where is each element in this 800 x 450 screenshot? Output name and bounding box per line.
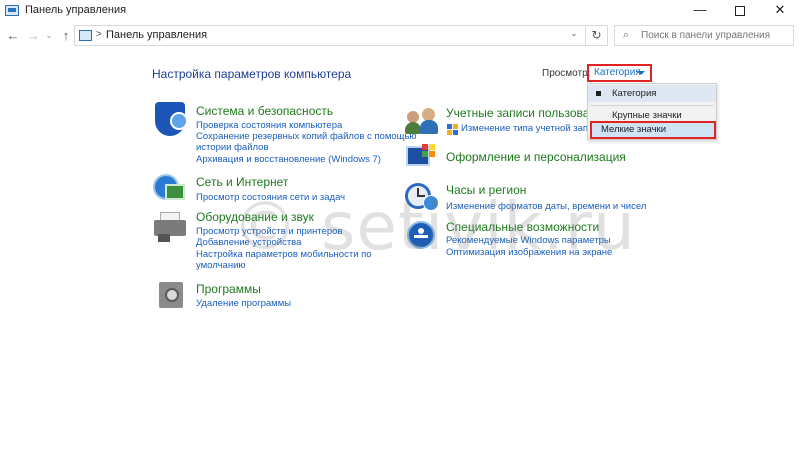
link-file-history-backup[interactable]: Сохранение резервных копий файлов с помо… — [196, 131, 417, 142]
printer-icon[interactable] — [154, 212, 186, 242]
search-icon: ⌕ — [623, 29, 630, 41]
link-file-history-backup-cont[interactable]: истории файлов — [196, 142, 269, 153]
appearance-icon[interactable] — [406, 142, 440, 172]
address-dropdown-button[interactable]: ⌄ — [567, 29, 581, 38]
link-network-status-tasks[interactable]: Просмотр состояния сети и задач — [196, 192, 345, 203]
link-recommended-settings[interactable]: Рекомендуемые Windows параметры — [446, 235, 611, 246]
close-button[interactable]: ✕ — [760, 0, 800, 22]
menu-divider — [590, 105, 714, 106]
link-devices-printers[interactable]: Просмотр устройств и принтеров — [196, 226, 343, 237]
view-by-dropdown-menu: Категория Крупные значки Мелкие значки — [587, 83, 717, 140]
breadcrumb-control-panel[interactable]: Панель управления — [106, 29, 207, 41]
accessibility-icon[interactable] — [407, 221, 437, 251]
link-backup-restore-win7[interactable]: Архивация и восстановление (Windows 7) — [196, 154, 381, 165]
category-network-internet[interactable]: Сеть и Интернет — [196, 175, 288, 189]
maximize-icon — [735, 5, 745, 16]
category-ease-of-access[interactable]: Специальные возможности — [446, 220, 599, 234]
link-uninstall-program[interactable]: Удаление программы — [196, 298, 291, 309]
category-hardware-sound[interactable]: Оборудование и звук — [196, 210, 314, 224]
title-bar: Панель управления — ✕ — [0, 0, 800, 22]
menu-item-small-icons[interactable]: Мелкие значки — [590, 121, 716, 139]
minimize-button[interactable]: — — [680, 0, 720, 22]
menu-item-category[interactable]: Категория — [588, 85, 716, 102]
selected-bullet-icon — [596, 91, 601, 96]
clock-icon[interactable] — [405, 181, 439, 211]
maximize-button[interactable] — [720, 0, 760, 22]
link-mobility-settings[interactable]: Настройка параметров мобильности по — [196, 249, 372, 260]
users-icon[interactable] — [405, 108, 439, 134]
up-button[interactable]: ↑ — [58, 26, 74, 46]
forward-button[interactable]: → — [25, 26, 41, 46]
menu-item-label: Категория — [612, 88, 657, 99]
search-box[interactable]: ⌕ — [614, 25, 794, 46]
category-appearance-personalization[interactable]: Оформление и персонализация — [446, 150, 626, 164]
address-bar[interactable]: > Панель управления ⌄ ↻ — [74, 25, 608, 46]
view-by-select[interactable]: Категория — [587, 64, 652, 82]
programs-icon[interactable] — [157, 280, 185, 310]
search-input[interactable] — [641, 28, 791, 43]
network-globe-icon[interactable] — [153, 174, 187, 204]
link-mobility-settings-cont[interactable]: умолчанию — [196, 260, 246, 271]
view-label: Просмотр: — [542, 68, 591, 79]
link-change-date-time-formats[interactable]: Изменение форматов даты, времени и чисел — [446, 201, 646, 212]
refresh-button[interactable]: ↻ — [585, 26, 607, 45]
chevron-down-icon — [637, 71, 645, 75]
category-user-accounts[interactable]: Учетные записи пользоватe — [446, 106, 601, 120]
category-programs[interactable]: Программы — [196, 282, 261, 296]
link-add-device[interactable]: Добавление устройства — [196, 237, 301, 248]
back-button[interactable]: ← — [5, 26, 21, 46]
control-panel-icon — [5, 5, 19, 16]
navigation-bar: ← → ⌄ ↑ > Панель управления ⌄ ↻ ⌕ — [0, 24, 800, 48]
category-system-security[interactable]: Система и безопасность — [196, 104, 333, 118]
link-check-computer-status[interactable]: Проверка состояния компьютера — [196, 120, 342, 131]
control-panel-icon — [79, 30, 92, 41]
link-optimize-display[interactable]: Оптимизация изображения на экране — [446, 247, 612, 258]
category-clock-region[interactable]: Часы и регион — [446, 183, 526, 197]
shield-icon[interactable] — [155, 102, 188, 136]
view-by-value: Категория — [594, 67, 641, 78]
link-change-account-type[interactable]: Изменение типа учетной записи — [461, 123, 603, 134]
breadcrumb-separator[interactable]: > — [96, 29, 102, 40]
window-title: Панель управления — [25, 4, 127, 16]
recent-locations-button[interactable]: ⌄ — [44, 26, 54, 46]
page-title: Настройка параметров компьютера — [152, 67, 352, 81]
uac-shield-icon — [447, 124, 458, 135]
